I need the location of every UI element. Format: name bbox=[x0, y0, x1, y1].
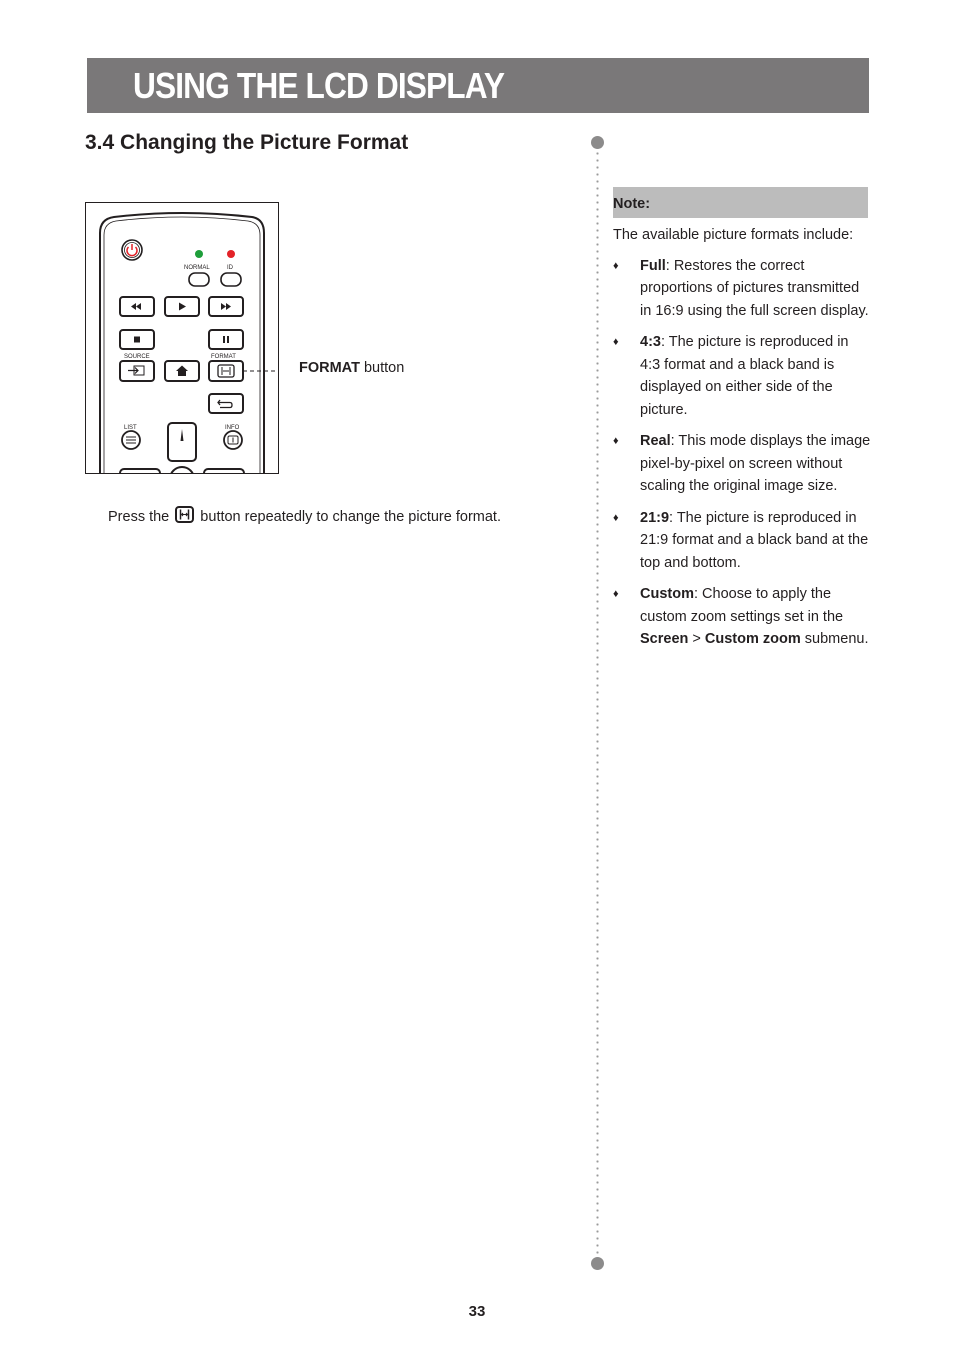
chapter-title: USING THE LCD DISPLAY bbox=[133, 65, 505, 106]
divider-bottom-dot bbox=[591, 1257, 604, 1270]
back-button bbox=[208, 393, 244, 414]
item-tail: submenu. bbox=[800, 631, 869, 647]
bullet-icon: ♦ bbox=[613, 511, 619, 524]
instruction-after: button repeatedly to change the picture … bbox=[196, 509, 501, 525]
id-button bbox=[220, 272, 242, 287]
item-term: Real bbox=[640, 433, 671, 449]
callout-rest: button bbox=[359, 360, 405, 376]
format-button-callout: FORMAT button bbox=[299, 360, 404, 376]
info-button bbox=[223, 430, 243, 450]
list-item: ♦ 21:9: The picture is reproduced in 21:… bbox=[613, 507, 871, 575]
source-button bbox=[119, 360, 155, 382]
format-icon bbox=[175, 506, 195, 523]
chapter-banner: USING THE LCD DISPLAY bbox=[87, 58, 869, 113]
normal-led bbox=[195, 250, 203, 258]
bullet-icon: ♦ bbox=[613, 336, 619, 348]
source-label: SOURCE bbox=[124, 354, 150, 360]
section-title: 3.4 Changing the Picture Format bbox=[85, 131, 409, 154]
normal-label: NORMAL bbox=[184, 265, 210, 271]
item-text: : The picture is reproduced in 4:3 forma… bbox=[640, 334, 849, 418]
list-button bbox=[121, 430, 141, 450]
list-item: ♦ Real: This mode displays the image pix… bbox=[613, 430, 871, 498]
list-item: ♦ Full: Restores the correct proportions… bbox=[613, 255, 871, 323]
dotted-divider bbox=[596, 150, 599, 1256]
item-text: : The picture is reproduced in 21:9 form… bbox=[640, 509, 869, 571]
menu-custom-zoom: Custom zoom bbox=[704, 631, 801, 647]
power-button bbox=[121, 239, 143, 261]
callout-bold: FORMAT bbox=[299, 360, 360, 376]
bullet-icon: ♦ bbox=[613, 588, 619, 600]
list-item: ♦ 4:3: The picture is reproduced in 4:3 … bbox=[613, 331, 871, 421]
info-label: INFO bbox=[225, 425, 240, 431]
instruction-before: Press the bbox=[108, 509, 174, 525]
bullet-icon: ♦ bbox=[613, 435, 619, 447]
note-heading: Note: bbox=[613, 196, 651, 212]
remote-control-illustration: NORMAL ID SOURCE FORMAT LIST INFO bbox=[85, 202, 279, 474]
item-text: : Restores the correct proportions of pi… bbox=[640, 257, 869, 319]
format-button bbox=[208, 360, 244, 382]
stop-button bbox=[119, 329, 155, 350]
format-label: FORMAT bbox=[211, 354, 236, 360]
item-term: 21:9 bbox=[640, 509, 670, 526]
id-label: ID bbox=[227, 265, 234, 271]
list-item: ♦ Custom: Choose to apply the custom zoo… bbox=[613, 583, 871, 651]
pause-button bbox=[208, 329, 244, 350]
note-body: The available picture formats include: ♦… bbox=[613, 224, 871, 660]
item-text: : This mode displays the image pixel-by-… bbox=[640, 433, 871, 494]
list-label: LIST bbox=[124, 425, 137, 431]
menu-screen: Screen bbox=[640, 631, 689, 647]
menu-separator: > bbox=[688, 631, 705, 647]
item-term: 4:3 bbox=[640, 334, 661, 350]
id-led bbox=[227, 250, 235, 258]
fast-forward-button bbox=[208, 296, 244, 317]
instruction-text: Press the button repeatedly to change th… bbox=[108, 506, 501, 525]
page-number: 33 bbox=[468, 1303, 486, 1320]
up-button bbox=[167, 422, 197, 462]
home-button bbox=[164, 360, 200, 382]
play-button bbox=[164, 296, 200, 317]
normal-button bbox=[188, 272, 210, 287]
bullet-icon: ♦ bbox=[613, 259, 619, 272]
rewind-button bbox=[119, 296, 155, 317]
divider-top-dot bbox=[591, 136, 604, 149]
item-term: Custom bbox=[640, 586, 694, 602]
item-term: Full bbox=[640, 257, 666, 274]
note-heading-box: Note: bbox=[613, 187, 868, 218]
note-intro: The available picture formats include: bbox=[613, 227, 854, 243]
